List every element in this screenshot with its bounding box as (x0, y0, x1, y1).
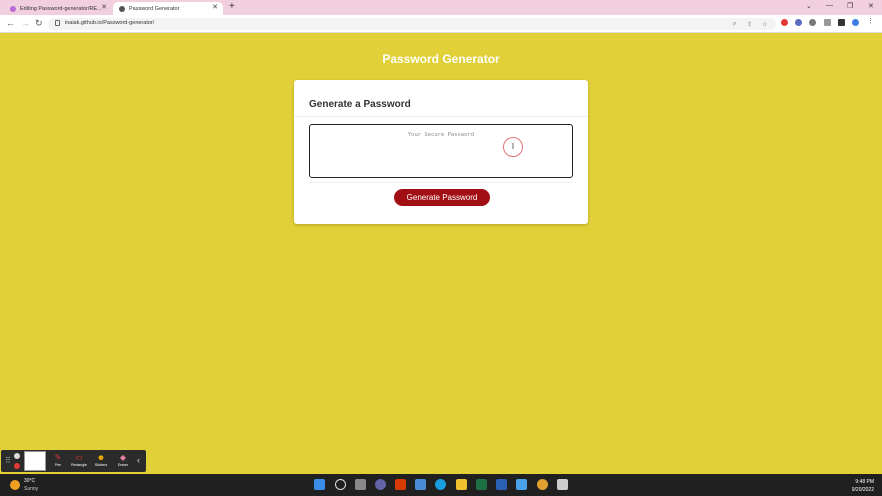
share-icon[interactable]: ⇪ (747, 21, 752, 28)
annotation-toolbar: ⠿ ✎ Pen ▭ Rectangle ☻ Stickers ◆ Eraser … (1, 450, 146, 472)
task-view-icon[interactable] (355, 479, 366, 490)
url-text[interactable]: inaiak.github.io/Password-generator/ (65, 20, 154, 26)
close-tab-icon[interactable]: ✕ (101, 3, 107, 11)
profile-avatar-icon[interactable] (852, 19, 859, 26)
maximize-icon[interactable]: ❐ (847, 2, 853, 10)
tab-title: Password Generator (129, 5, 180, 12)
search-icon[interactable] (335, 479, 346, 490)
card-title: Generate a Password (309, 99, 411, 110)
edge-browser-icon[interactable] (435, 479, 446, 490)
github-favicon-icon (10, 5, 16, 12)
file-explorer-icon[interactable] (456, 479, 467, 490)
globe-favicon-icon (119, 5, 125, 12)
puzzle-extensions-icon[interactable] (809, 19, 816, 26)
close-tab-icon[interactable]: ✕ (212, 3, 218, 11)
password-textarea[interactable]: Your Secure Password I (309, 124, 573, 178)
close-window-icon[interactable]: ✕ (868, 2, 874, 10)
screenshot-thumbnail[interactable] (24, 451, 46, 471)
tab-editing-readme[interactable]: Editing Password-generator/RE... ✕ (4, 2, 112, 15)
reload-icon[interactable]: ↻ (35, 18, 43, 29)
snipping-tool-icon[interactable] (557, 479, 568, 490)
cursor-highlight-icon: I (503, 137, 523, 157)
tab-title: Editing Password-generator/RE... (20, 5, 102, 12)
pen-tool[interactable]: ✎ Pen (48, 453, 68, 467)
extension-icon[interactable] (781, 19, 788, 26)
generator-card: Generate a Password Your Secure Password… (294, 80, 588, 224)
back-icon[interactable]: ← (6, 18, 15, 28)
chrome-icon[interactable] (537, 479, 548, 490)
reading-list-icon[interactable] (824, 19, 831, 26)
excel-icon[interactable] (476, 479, 487, 490)
mail-icon[interactable] (415, 479, 426, 490)
text-cursor-icon: I (511, 142, 515, 151)
weather-condition[interactable]: Sunny (24, 486, 38, 492)
zoom-icon[interactable]: ⌕ (733, 21, 736, 28)
extension-icon[interactable] (795, 19, 802, 26)
tool-label: Eraser (117, 463, 129, 467)
divider (294, 116, 588, 117)
address-bar[interactable]: inaiak.github.io/Password-generator/ ⌕ ⇪… (48, 18, 776, 30)
tab-password-generator[interactable]: Password Generator ✕ (113, 2, 223, 15)
tool-label: Stickers (94, 463, 108, 467)
eraser-tool[interactable]: ◆ Eraser (113, 453, 133, 467)
tab-search-icon[interactable]: ⌄ (806, 2, 812, 10)
clock-date: 9/20/2022 (851, 487, 874, 493)
clock-time: 9:48 PM (855, 479, 874, 485)
page-title: Password Generator (382, 52, 500, 66)
browser-toolbar: ← → ↻ inaiak.github.io/Password-generato… (0, 15, 882, 33)
lock-icon[interactable] (55, 20, 60, 26)
browser-tab-bar: Editing Password-generator/RE... ✕ Passw… (0, 0, 882, 15)
minimize-icon[interactable]: — (826, 2, 833, 9)
office-icon[interactable] (395, 479, 406, 490)
rectangle-icon: ▭ (75, 453, 83, 462)
password-placeholder: Your Secure Password (407, 132, 475, 138)
tool-label: Rectangle (71, 463, 87, 467)
collapse-chevron-icon[interactable]: ‹ (137, 455, 140, 465)
record-icon[interactable] (14, 463, 20, 469)
sticker-icon: ☻ (96, 453, 106, 462)
generate-password-button[interactable]: Generate Password (394, 189, 490, 206)
close-annotation-icon[interactable] (14, 453, 20, 459)
forward-icon[interactable]: → (21, 18, 30, 28)
sun-weather-icon[interactable] (10, 480, 20, 490)
weather-temperature[interactable]: 30°C (24, 478, 35, 484)
side-panel-icon[interactable] (838, 19, 845, 26)
start-windows-icon[interactable] (314, 479, 325, 490)
pen-icon: ✎ (54, 453, 62, 462)
drag-handle-icon[interactable]: ⠿ (5, 456, 11, 465)
new-tab-icon[interactable]: + (229, 1, 235, 12)
menu-kebab-icon[interactable]: ⋮ (867, 17, 874, 25)
eraser-icon: ◆ (119, 453, 127, 462)
stickers-tool[interactable]: ☻ Stickers (91, 453, 111, 467)
rectangle-tool[interactable]: ▭ Rectangle (69, 453, 89, 467)
taskbar: 30°C Sunny 9:48 PM 9/20/2022 (0, 474, 882, 496)
word-icon[interactable] (496, 479, 507, 490)
system-clock[interactable]: 9:48 PM 9/20/2022 (852, 478, 874, 494)
divider (309, 182, 573, 183)
chat-icon[interactable] (375, 479, 386, 490)
image-viewer-icon[interactable] (516, 479, 527, 490)
tool-label: Pen (54, 463, 62, 467)
bookmark-star-icon[interactable]: ☆ (762, 21, 767, 28)
